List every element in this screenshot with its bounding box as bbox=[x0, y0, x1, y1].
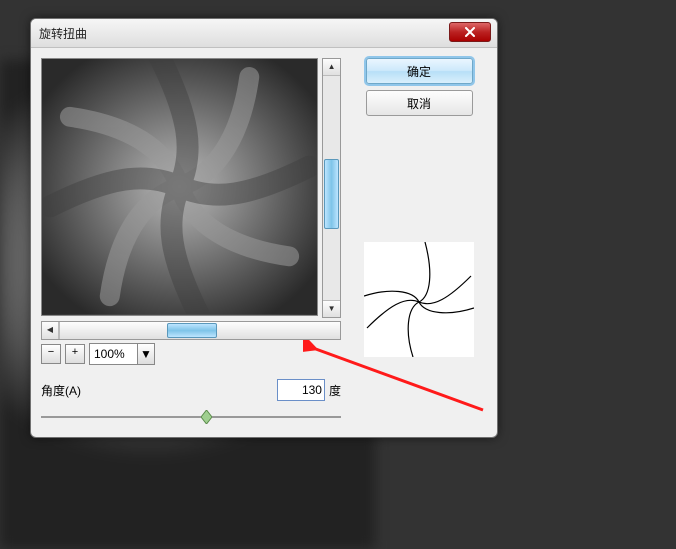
preview-horizontal-scrollbar[interactable]: ◀ ▶ bbox=[41, 321, 341, 340]
angle-unit: 度 bbox=[329, 382, 341, 399]
dialog-title: 旋转扭曲 bbox=[39, 25, 87, 42]
preview-swirl-overlay bbox=[42, 59, 317, 314]
twirl-dialog: 旋转扭曲 bbox=[30, 18, 498, 438]
filter-preview[interactable] bbox=[41, 58, 318, 316]
scroll-down-button[interactable]: ▼ bbox=[323, 300, 340, 317]
preview-vertical-scrollbar[interactable]: ▲ ▼ bbox=[322, 58, 341, 318]
zoom-out-button[interactable]: − bbox=[41, 344, 61, 364]
slider-track bbox=[41, 416, 341, 418]
slider-handle[interactable] bbox=[201, 410, 212, 424]
angle-input[interactable] bbox=[277, 379, 325, 401]
angle-label: 角度(A) bbox=[41, 382, 81, 399]
close-icon bbox=[464, 27, 476, 37]
dropdown-icon: ▼ bbox=[137, 344, 154, 364]
vertical-scroll-thumb[interactable] bbox=[324, 159, 339, 229]
angle-slider[interactable] bbox=[41, 407, 341, 427]
ok-button[interactable]: 确定 bbox=[366, 58, 473, 84]
zoom-level-value: 100% bbox=[94, 347, 125, 361]
close-button[interactable] bbox=[449, 22, 491, 42]
dialog-titlebar[interactable]: 旋转扭曲 bbox=[31, 19, 497, 48]
twirl-schematic-icon bbox=[364, 242, 474, 357]
scroll-up-button[interactable]: ▲ bbox=[323, 59, 340, 76]
scroll-left-button[interactable]: ◀ bbox=[42, 322, 59, 339]
cancel-button[interactable]: 取消 bbox=[366, 90, 473, 116]
zoom-level-select[interactable]: 100% ▼ bbox=[89, 343, 155, 365]
horizontal-scroll-thumb[interactable] bbox=[167, 323, 217, 338]
zoom-in-button[interactable]: + bbox=[65, 344, 85, 364]
